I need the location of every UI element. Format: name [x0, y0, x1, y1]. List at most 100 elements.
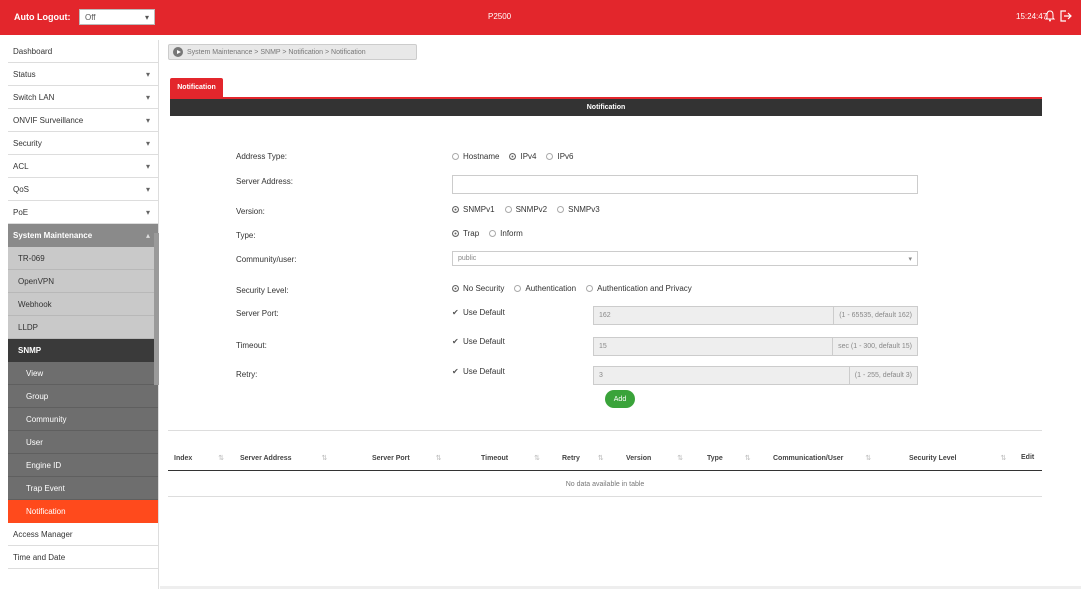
retry-checkbox[interactable]: ✔ — [452, 368, 459, 376]
sidebar-item-security[interactable]: Security ▾ — [8, 132, 158, 155]
column-label: Communication/User — [773, 454, 844, 462]
logout-icon[interactable] — [1060, 10, 1072, 22]
radio-ipv4[interactable] — [509, 153, 517, 160]
timeout-label: Timeout: — [236, 341, 267, 350]
sidebar-item-tr069[interactable]: TR-069 — [8, 247, 158, 270]
sidebar-item-time-and-date[interactable]: Time and Date — [8, 546, 158, 569]
column-timeout[interactable]: Timeout ⇅ — [481, 454, 540, 463]
radio-inform[interactable] — [489, 230, 497, 237]
sidebar-item-trap-event[interactable]: Trap Event — [8, 477, 158, 500]
type-label: Type: — [236, 231, 256, 240]
sidebar-item-label: Access Manager — [13, 529, 73, 539]
auto-logout-select[interactable]: Off ▾ — [79, 9, 155, 25]
sidebar-item-status[interactable]: Status ▾ — [8, 63, 158, 86]
sidebar-item-engine-id[interactable]: Engine ID — [8, 454, 158, 477]
chevron-down-icon: ▾ — [144, 12, 149, 22]
auto-logout-label: Auto Logout: — [14, 12, 71, 22]
column-index[interactable]: Index ⇅ — [174, 454, 225, 463]
radio-snmpv2[interactable] — [504, 206, 512, 213]
community-user-select[interactable]: public ▾ — [452, 251, 918, 266]
radio-no-security-label: No Security — [463, 284, 505, 293]
table-empty-row: No data available in table — [168, 472, 1042, 497]
sidebar-item-qos[interactable]: QoS ▾ — [8, 178, 158, 201]
sidebar-item-acl[interactable]: ACL ▾ — [8, 155, 158, 178]
bell-icon[interactable] — [1045, 10, 1055, 22]
sidebar-item-snmp[interactable]: SNMP — [8, 339, 158, 362]
sidebar-item-switch-lan[interactable]: Switch LAN ▾ — [8, 86, 158, 109]
device-model: P2500 — [488, 12, 512, 21]
server-port-label: Server Port: — [236, 309, 279, 318]
sidebar-item-lldp[interactable]: LLDP — [8, 316, 158, 339]
add-button[interactable]: Add — [605, 390, 635, 408]
sort-icon: ⇅ — [218, 455, 225, 462]
column-communication-user[interactable]: Communication/User ⇅ — [773, 454, 871, 463]
server-port-hint: (1 - 65535, default 162) — [833, 307, 917, 324]
sidebar-item-onvif[interactable]: ONVIF Surveillance ▾ — [8, 109, 158, 132]
radio-authentication[interactable] — [514, 285, 522, 292]
sidebar-item-label: Time and Date — [13, 552, 66, 562]
column-retry[interactable]: Retry ⇅ — [562, 454, 604, 463]
sidebar-item-label: QoS — [13, 184, 30, 194]
sidebar-item-access-manager[interactable]: Access Manager — [8, 523, 158, 546]
radio-snmpv1[interactable] — [452, 206, 459, 213]
column-type[interactable]: Type ⇅ — [707, 454, 751, 463]
timeout-value: 15 — [599, 343, 607, 350]
column-server-port[interactable]: Server Port ⇅ — [372, 454, 442, 463]
sidebar-scrollbar[interactable] — [154, 233, 159, 385]
sidebar-item-label: PoE — [13, 207, 29, 217]
chevron-down-icon: ▾ — [145, 184, 150, 194]
security-level-radios: No Security Authentication Authenticatio… — [452, 284, 698, 293]
version-radios: SNMPv1 SNMPv2 SNMPv3 — [452, 205, 606, 214]
sidebar-item-community[interactable]: Community — [8, 408, 158, 431]
sidebar-item-label: TR-069 — [18, 253, 45, 263]
type-radios: Trap Inform — [452, 229, 529, 238]
radio-snmpv3[interactable] — [557, 206, 565, 213]
column-edit[interactable]: Edit — [1021, 454, 1034, 461]
sidebar-item-label: Dashboard — [13, 46, 53, 56]
chevron-up-icon: ▴ — [145, 231, 150, 240]
radio-hostname[interactable] — [452, 153, 459, 160]
breadcrumb-text: System Maintenance > SNMP > Notification… — [187, 48, 366, 56]
radio-auth-privacy[interactable] — [586, 285, 594, 292]
column-label: Edit — [1021, 454, 1035, 461]
tab-notification[interactable]: Notification — [170, 78, 223, 97]
timeout-checkbox[interactable]: ✔ — [452, 338, 459, 346]
column-version[interactable]: Version ⇅ — [626, 454, 683, 463]
clock: 15:24:47 — [1016, 12, 1048, 21]
sidebar-item-openvpn[interactable]: OpenVPN — [8, 270, 158, 293]
server-port-input[interactable]: 162 (1 - 65535, default 162) — [593, 306, 918, 325]
sidebar-item-label: SNMP — [18, 346, 42, 355]
address-type-label: Address Type: — [236, 152, 287, 161]
sidebar-item-system-maintenance[interactable]: System Maintenance ▴ — [8, 224, 158, 247]
sidebar-item-view[interactable]: View — [8, 362, 158, 385]
table-header: Index ⇅ Server Address ⇅ Server Port ⇅ Time… — [168, 449, 1042, 471]
sidebar-item-webhook[interactable]: Webhook — [8, 293, 158, 316]
column-server-address[interactable]: Server Address ⇅ — [240, 454, 327, 463]
radio-ipv6-label: IPv6 — [557, 152, 574, 161]
table-separator — [168, 430, 1042, 431]
sidebar-item-notification[interactable]: Notification — [8, 500, 158, 523]
sidebar-item-label: Webhook — [18, 299, 52, 309]
column-label: Index — [174, 454, 193, 462]
retry-input[interactable]: 3 (1 - 255, default 3) — [593, 366, 918, 385]
security-level-label: Security Level: — [236, 286, 289, 295]
radio-ipv6[interactable] — [546, 153, 554, 160]
radio-trap[interactable] — [452, 230, 459, 237]
radio-snmpv2-label: SNMPv2 — [515, 205, 548, 214]
server-port-checkbox[interactable]: ✔ — [452, 309, 459, 317]
server-address-input[interactable] — [452, 175, 918, 194]
top-bar: Auto Logout: Off ▾ P2500 15:24:47 — [0, 0, 1081, 35]
sidebar-item-user[interactable]: User — [8, 431, 158, 454]
radio-no-security[interactable] — [452, 285, 459, 292]
sidebar-item-dashboard[interactable]: Dashboard — [8, 40, 158, 63]
radio-hostname-label: Hostname — [463, 152, 500, 161]
sidebar-item-label: Status — [13, 69, 36, 79]
sidebar-item-poe[interactable]: PoE ▾ — [8, 201, 158, 224]
radio-auth-privacy-label: Authentication and Privacy — [597, 284, 692, 293]
server-port-value: 162 — [599, 312, 611, 319]
column-security-level[interactable]: Security Level ⇅ — [909, 454, 1006, 463]
retry-default: ✔ Use Default — [452, 367, 505, 376]
sidebar-item-group[interactable]: Group — [8, 385, 158, 408]
radio-inform-label: Inform — [500, 229, 523, 238]
timeout-input[interactable]: 15 sec (1 - 300, default 15) — [593, 337, 918, 356]
